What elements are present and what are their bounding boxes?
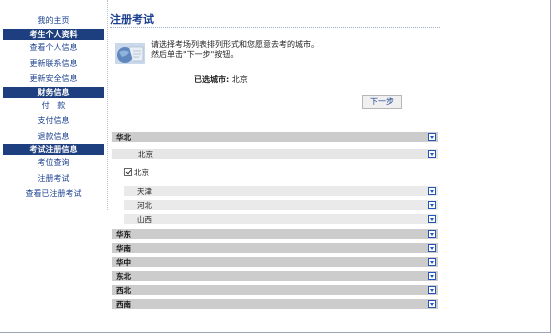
region-row-northeast[interactable]: 东北 [112, 271, 438, 281]
region-row-east[interactable]: 华东 [112, 229, 438, 239]
city-label: 山西 [137, 214, 152, 224]
checkbox-label: 北京 [134, 167, 149, 177]
dropdown-toggle-icon[interactable] [428, 300, 436, 308]
sidebar-item-update-security[interactable]: 更新安全信息 [0, 71, 107, 87]
sidebar-section-profile: 考生个人资料 [3, 29, 104, 40]
dropdown-toggle-icon[interactable] [428, 230, 436, 238]
region-label: 华南 [116, 243, 131, 253]
dropdown-toggle-icon[interactable] [428, 258, 436, 266]
dropdown-toggle-icon[interactable] [428, 150, 436, 158]
instruction-line: 请选择考场列表排列形式和您愿意去考的城市。 [151, 40, 319, 49]
city-label: 天津 [137, 186, 152, 196]
city-checkbox-beijing[interactable]: 北京 [124, 166, 149, 178]
dropdown-toggle-icon[interactable] [428, 272, 436, 280]
region-label: 华中 [116, 257, 131, 267]
dropdown-toggle-icon[interactable] [428, 215, 436, 223]
sidebar-section-exam-registration: 考试注册信息 [3, 144, 104, 155]
region-row-north[interactable]: 华北 [112, 132, 438, 142]
sidebar-item-update-contact[interactable]: 更新联系信息 [0, 56, 107, 72]
sidebar-nav: 我的主页 考生个人资料 查看个人信息 更新联系信息 更新安全信息 财务信息 付 … [0, 0, 108, 210]
region-label: 西北 [116, 285, 131, 295]
sidebar-item-seat-search[interactable]: 考位查询 [0, 155, 107, 171]
dropdown-toggle-icon[interactable] [428, 286, 436, 294]
city-row-beijing[interactable]: 北京 [112, 149, 438, 159]
sidebar-section-finance: 财务信息 [3, 86, 104, 98]
region-row-southwest[interactable]: 西南 [112, 299, 438, 309]
dropdown-toggle-icon[interactable] [428, 201, 436, 209]
selected-city-value: 北京 [231, 75, 248, 84]
sidebar-item-register-exam[interactable]: 注册考试 [0, 171, 107, 187]
sidebar-item-payment[interactable]: 付 款 [0, 98, 107, 114]
instructions: 请选择考场列表排列形式和您愿意去考的城市。 然后单击"下一步"按钮。 [151, 40, 319, 60]
instruction-line: 然后单击"下一步"按钮。 [151, 50, 239, 59]
sidebar-item-refund-info[interactable]: 退款信息 [0, 129, 107, 145]
city-row-hebei[interactable]: 河北 [124, 200, 438, 210]
city-row-tianjin[interactable]: 天津 [124, 186, 438, 196]
selected-city-label: 已选城市: [194, 75, 230, 84]
dropdown-toggle-icon[interactable] [428, 244, 436, 252]
globe-icon [115, 43, 145, 64]
city-row-shanxi[interactable]: 山西 [124, 214, 438, 224]
sidebar-item-view-registered[interactable]: 查看已注册考试 [0, 186, 107, 202]
sidebar-item-payment-info[interactable]: 支付信息 [0, 113, 107, 129]
dropdown-toggle-icon[interactable] [428, 187, 436, 195]
city-label: 河北 [137, 200, 152, 210]
region-label: 西南 [116, 299, 131, 309]
region-row-south[interactable]: 华南 [112, 243, 438, 253]
region-row-central[interactable]: 华中 [112, 257, 438, 267]
region-label: 东北 [116, 271, 131, 281]
selected-city: 已选城市: 北京 [194, 74, 248, 85]
dropdown-toggle-icon[interactable] [428, 133, 436, 141]
page-title: 注册考试 [110, 13, 154, 26]
sidebar-item-view-profile[interactable]: 查看个人信息 [0, 40, 107, 56]
region-label: 华北 [116, 132, 131, 142]
region-row-northwest[interactable]: 西北 [112, 285, 438, 295]
sidebar-item-home[interactable]: 我的主页 [0, 13, 107, 29]
title-divider [110, 27, 440, 28]
checkbox-checked-icon[interactable] [124, 168, 132, 176]
region-label: 华东 [116, 229, 131, 239]
city-label: 北京 [138, 149, 153, 159]
next-button[interactable]: 下一步 [362, 95, 402, 109]
